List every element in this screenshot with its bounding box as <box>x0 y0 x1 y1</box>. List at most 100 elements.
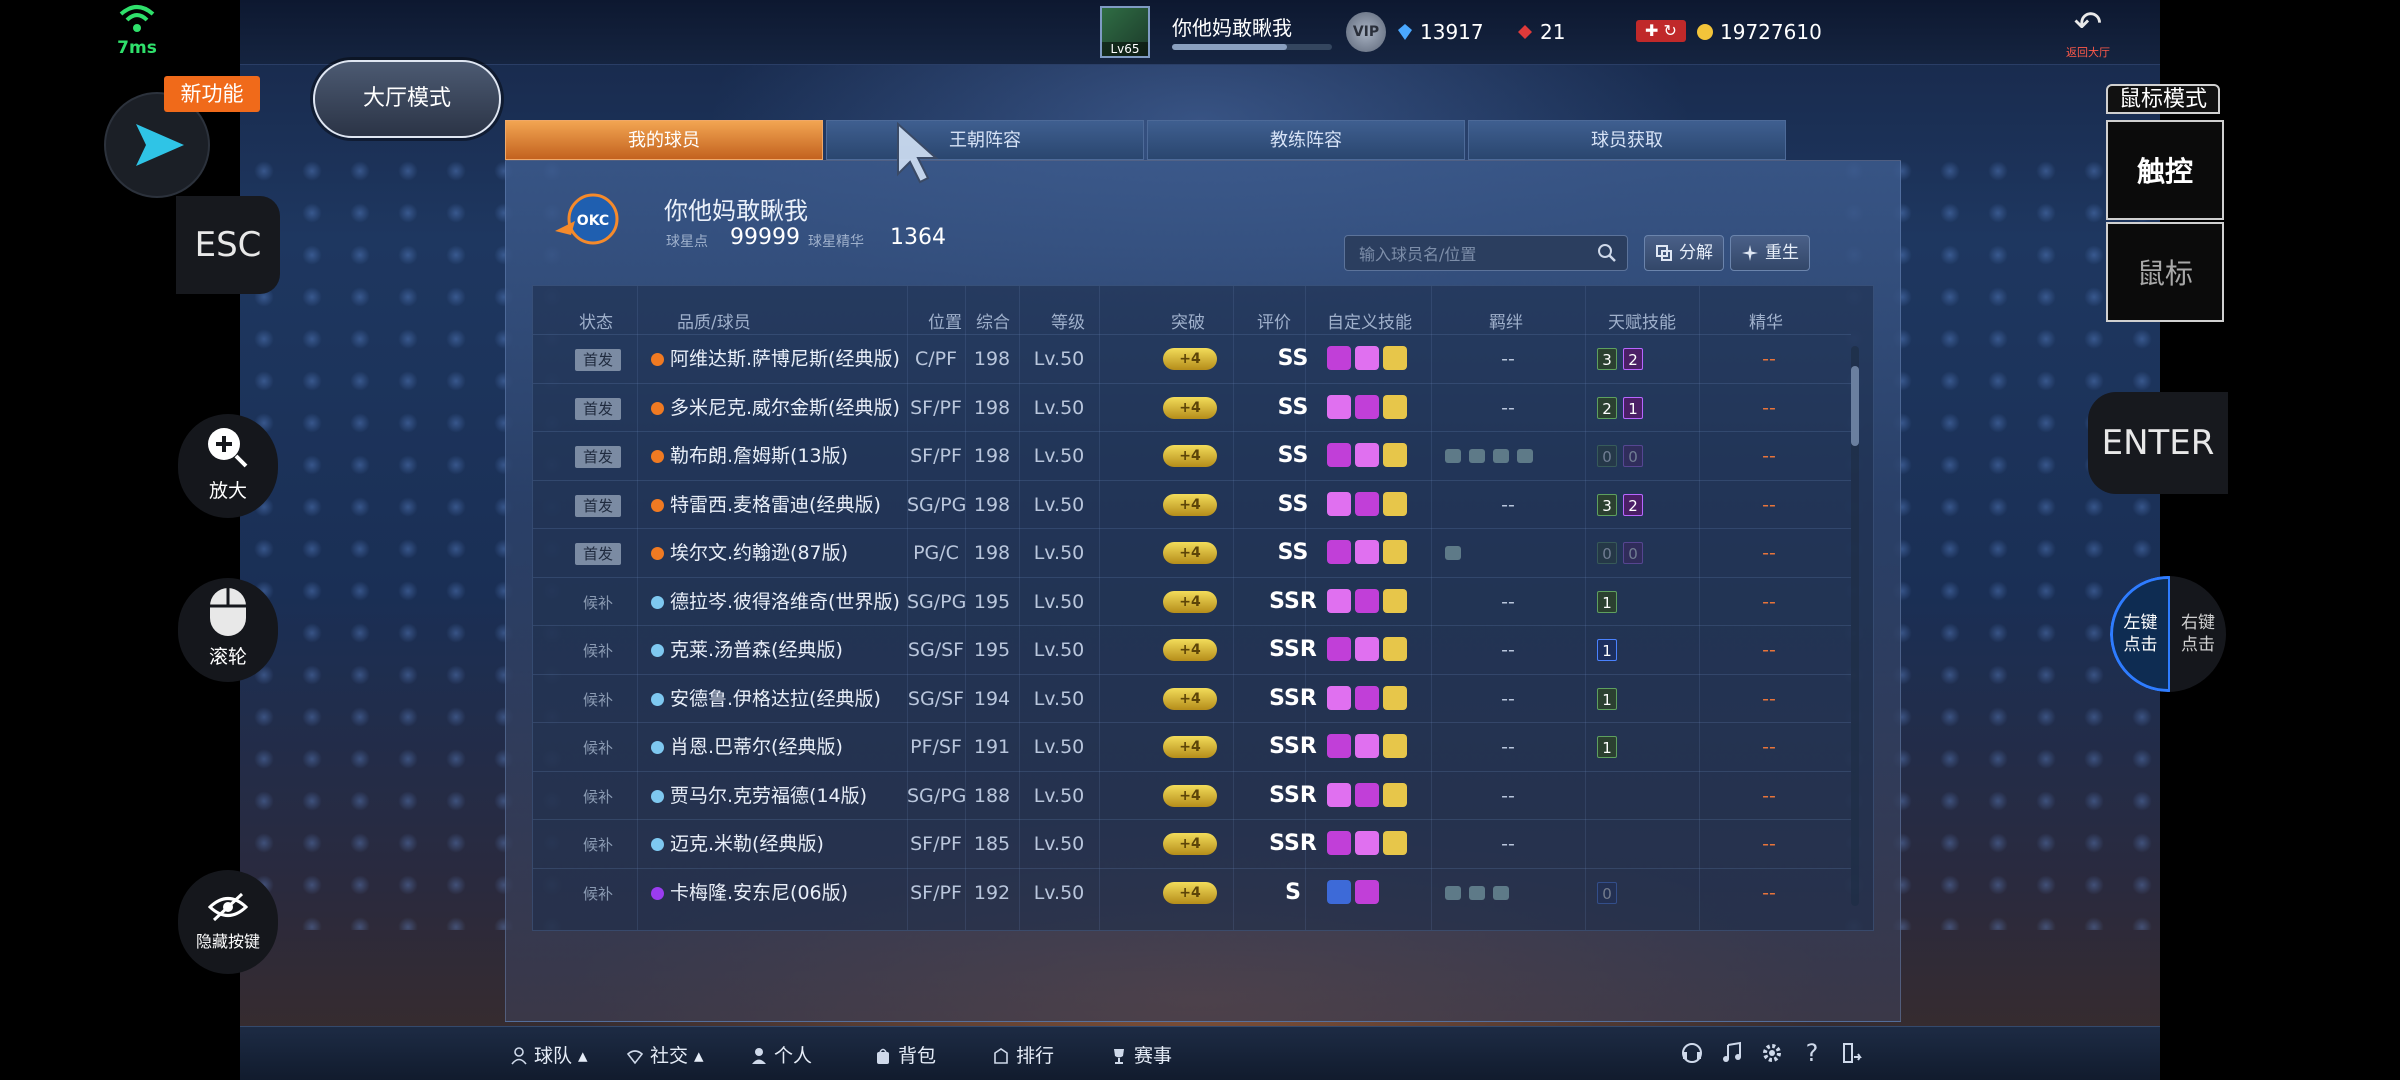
lobby-mode-button[interactable]: 大厅模式 <box>313 60 501 138</box>
col-breakthrough[interactable]: 突破 <box>1171 308 1205 333</box>
table-row[interactable]: 首发 埃尔文.约翰逊(87版) PG/C 198 Lv.50 +4 SS 0 0 -- <box>533 528 1851 577</box>
scroll-wheel-button[interactable]: 滚轮 <box>178 578 278 682</box>
custom-skill-icon[interactable] <box>1327 879 1351 904</box>
tab-my-players[interactable]: 我的球员 <box>505 120 823 160</box>
tab-dynasty-lineup[interactable]: 王朝阵容 <box>826 120 1144 160</box>
custom-skill-icon[interactable] <box>1355 685 1379 710</box>
custom-skill-icon[interactable] <box>1355 491 1379 516</box>
custom-skill-icon[interactable] <box>1327 637 1351 661</box>
table-row[interactable]: 候补 克莱.汤普森(经典版) SG/SF 195 Lv.50 +4 SSR -- 1 -- <box>533 625 1851 674</box>
music-icon[interactable] <box>1720 1041 1744 1065</box>
custom-skill-icon[interactable] <box>1327 782 1351 807</box>
player-name-cell[interactable]: 特雷西.麦格雷迪(经典版) <box>670 481 881 529</box>
custom-skill-icon[interactable] <box>1355 443 1379 467</box>
player-name-cell[interactable]: 勒布朗.詹姆斯(13版) <box>670 432 848 480</box>
custom-skill-icon[interactable] <box>1355 734 1379 758</box>
custom-skill-icon[interactable] <box>1327 685 1351 710</box>
exit-icon[interactable] <box>1840 1041 1864 1065</box>
custom-skill-icon[interactable] <box>1355 831 1379 855</box>
custom-skill-icon[interactable] <box>1355 346 1379 370</box>
settings-gear-icon[interactable] <box>1760 1041 1784 1065</box>
player-name-cell[interactable]: 阿维达斯.萨博尼斯(经典版) <box>670 335 900 383</box>
scrollbar-thumb[interactable] <box>1851 366 1859 446</box>
custom-skill-icon[interactable] <box>1327 443 1351 467</box>
esc-key[interactable]: ESC <box>176 196 280 294</box>
player-name-cell[interactable]: 安德鲁.伊格达拉(经典版) <box>670 675 881 723</box>
table-row[interactable]: 候补 德拉岑.彼得洛维奇(世界版) SG/PG 195 Lv.50 +4 SSR -- 1 -- <box>533 576 1851 626</box>
table-row[interactable]: 候补 安德鲁.伊格达拉(经典版) SG/SF 194 Lv.50 +4 SSR -- 1 -- <box>533 673 1851 723</box>
player-search[interactable] <box>1344 235 1628 271</box>
custom-skill-icon[interactable] <box>1355 588 1379 613</box>
custom-skill-icon[interactable] <box>1327 831 1351 855</box>
player-name-cell[interactable]: 肖恩.巴蒂尔(经典版) <box>670 723 843 771</box>
custom-skill-icon[interactable] <box>1383 346 1407 370</box>
player-name-cell[interactable]: 克莱.汤普森(经典版) <box>670 626 843 674</box>
custom-skill-icon[interactable] <box>1355 394 1379 419</box>
custom-skill-icon[interactable] <box>1355 879 1379 904</box>
col-quality-player[interactable]: 品质/球员 <box>677 308 751 333</box>
player-name-cell[interactable]: 迈克.米勒(经典版) <box>670 820 824 868</box>
custom-skill-icon[interactable] <box>1383 394 1407 419</box>
right-click-button[interactable]: 右键 点击 <box>2168 576 2226 692</box>
col-position[interactable]: 位置 <box>928 308 962 333</box>
tab-coach-lineup[interactable]: 教练阵容 <box>1147 120 1465 160</box>
custom-skill-icon[interactable] <box>1327 394 1351 419</box>
hide-keys-button[interactable]: 隐藏按键 <box>178 870 278 974</box>
touch-mode-option[interactable]: 触控 <box>2106 120 2224 220</box>
add-currency-button[interactable]: ✚ ↻ <box>1636 20 1686 42</box>
table-row[interactable]: 首发 多米尼克.威尔金斯(经典版) SF/PF 198 Lv.50 +4 SS -- 2 1 -- <box>533 382 1851 432</box>
mouse-mode-option[interactable]: 鼠标 <box>2106 222 2224 322</box>
table-row[interactable]: 首发 勒布朗.詹姆斯(13版) SF/PF 198 Lv.50 +4 SS 0 0 -- <box>533 431 1851 480</box>
zoom-button[interactable]: 放大 <box>178 414 278 518</box>
custom-skill-icon[interactable] <box>1355 782 1379 807</box>
nav-personal[interactable]: 个人 <box>750 1041 812 1068</box>
nav-social[interactable]: 社交 ▴ <box>626 1041 704 1068</box>
custom-skill-icon[interactable] <box>1383 831 1407 855</box>
table-row[interactable]: 首发 特雷西.麦格雷迪(经典版) SG/PG 198 Lv.50 +4 SS -- 3 2 -- <box>533 479 1851 529</box>
table-row[interactable]: 候补 肖恩.巴蒂尔(经典版) PF/SF 191 Lv.50 +4 SSR -- 1 -- <box>533 722 1851 771</box>
custom-skill-icon[interactable] <box>1327 734 1351 758</box>
service-icon[interactable] <box>1680 1041 1704 1065</box>
custom-skill-icon[interactable] <box>1327 491 1351 516</box>
vip-badge[interactable]: VIP <box>1346 12 1386 52</box>
table-scrollbar[interactable] <box>1851 346 1859 906</box>
custom-skill-icon[interactable] <box>1383 782 1407 807</box>
custom-skill-icon[interactable] <box>1327 540 1351 564</box>
col-level[interactable]: 等级 <box>1051 308 1085 333</box>
nav-bag[interactable]: 背包 <box>874 1041 936 1068</box>
back-to-lobby-button[interactable]: ↶ 返回大厅 <box>2060 4 2116 60</box>
custom-skill-icon[interactable] <box>1355 540 1379 564</box>
col-grade[interactable]: 评价 <box>1257 308 1291 333</box>
custom-skill-icon[interactable] <box>1327 588 1351 613</box>
custom-skill-icon[interactable] <box>1383 685 1407 710</box>
new-feature-badge[interactable]: 新功能 <box>164 76 260 112</box>
tab-get-players[interactable]: 球员获取 <box>1468 120 1786 160</box>
custom-skill-icon[interactable] <box>1383 588 1407 613</box>
custom-skill-icon[interactable] <box>1383 637 1407 661</box>
custom-skill-icon[interactable] <box>1383 491 1407 516</box>
rebirth-button[interactable]: 重生 <box>1730 235 1810 271</box>
search-input[interactable] <box>1357 240 1591 268</box>
nav-team[interactable]: 球队 ▴ <box>510 1041 588 1068</box>
custom-skill-icon[interactable] <box>1355 637 1379 661</box>
player-name-cell[interactable]: 埃尔文.约翰逊(87版) <box>670 529 848 577</box>
col-overall[interactable]: 综合 <box>976 308 1010 333</box>
nav-events[interactable]: 赛事 <box>1110 1041 1172 1068</box>
player-avatar[interactable]: Lv65 <box>1100 6 1150 58</box>
custom-skill-icon[interactable] <box>1383 540 1407 564</box>
table-row[interactable]: 候补 卡梅隆.安东尼(06版) SF/PF 192 Lv.50 +4 S 0 -- <box>533 867 1851 917</box>
help-icon[interactable]: ? <box>1800 1041 1824 1065</box>
table-row[interactable]: 候补 贾马尔.克劳福德(14版) SG/PG 188 Lv.50 +4 SSR -- -- <box>533 770 1851 820</box>
enter-key[interactable]: ENTER <box>2088 392 2228 494</box>
nav-ranking[interactable]: 排行 <box>992 1041 1054 1068</box>
player-name-cell[interactable]: 贾马尔.克劳福德(14版) <box>670 772 867 820</box>
custom-skill-icon[interactable] <box>1383 734 1407 758</box>
custom-skill-icon[interactable] <box>1383 443 1407 467</box>
decompose-button[interactable]: 分解 <box>1644 235 1724 271</box>
player-name-cell[interactable]: 德拉岑.彼得洛维奇(世界版) <box>670 578 900 626</box>
custom-skill-icon[interactable] <box>1327 346 1351 370</box>
player-name-cell[interactable]: 多米尼克.威尔金斯(经典版) <box>670 384 900 432</box>
player-name-cell[interactable]: 卡梅隆.安东尼(06版) <box>670 869 848 917</box>
table-row[interactable]: 首发 阿维达斯.萨博尼斯(经典版) C/PF 198 Lv.50 +4 SS -- 3 2 -- <box>533 334 1851 383</box>
table-row[interactable]: 候补 迈克.米勒(经典版) SF/PF 185 Lv.50 +4 SSR -- -- <box>533 819 1851 868</box>
